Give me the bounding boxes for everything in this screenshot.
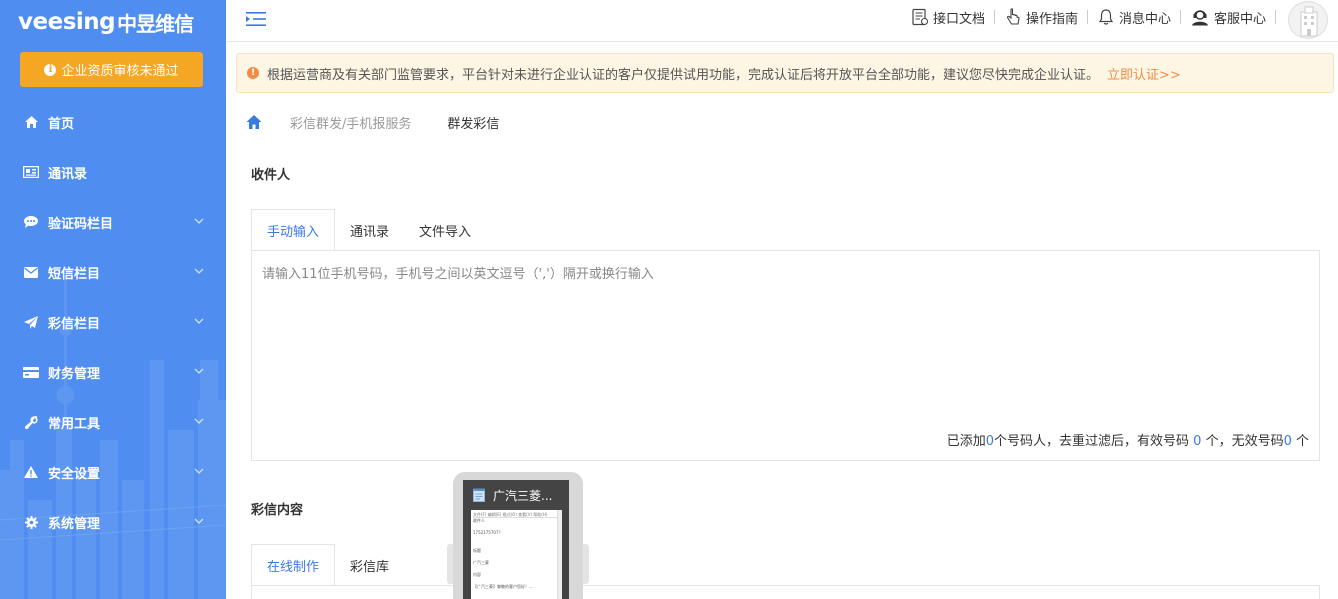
logo-text: veesing <box>18 9 116 35</box>
brand-logo[interactable]: veesing 中昱维信 <box>18 6 194 38</box>
chevron-down-icon <box>194 418 204 424</box>
sidebar-item-system[interactable]: 系统管理 <box>0 497 226 547</box>
preview-line: 【广汽三菱】尊敬的客户您好！... <box>473 584 533 589</box>
bell-icon <box>1098 9 1114 25</box>
menu-toggle-icon[interactable] <box>246 11 266 27</box>
guide-label: 操作指南 <box>1025 11 1078 27</box>
number-stats: 已添加0个号码人，去重过滤后，有效号码 0 个，无效号码0 个 <box>947 430 1309 449</box>
exclamation-icon: ! <box>247 67 259 79</box>
chevron-down-icon <box>194 318 204 324</box>
tab-file-import[interactable]: 文件导入 <box>404 209 486 251</box>
api-doc-link[interactable]: 接口文档 <box>902 8 994 27</box>
envelope-icon <box>22 265 40 279</box>
preview-document: 文件(F) 编辑(E) 格式(O) 查看(V) 帮助(H) 收件人 175217… <box>471 510 562 599</box>
chevron-down-icon <box>194 518 204 524</box>
sidebar-item-label: 彩信栏目 <box>48 316 101 332</box>
sidebar-item-tools[interactable]: 常用工具 <box>0 397 226 447</box>
breadcrumb-parent[interactable]: 彩信群发/手机报服务 <box>290 113 411 132</box>
info-icon: i <box>44 63 57 76</box>
guide-link[interactable]: 操作指南 <box>995 8 1087 27</box>
recipients-title: 收件人 <box>251 168 291 183</box>
sidebar-item-contacts[interactable]: 通讯录 <box>0 147 226 197</box>
message-center-label: 消息中心 <box>1118 11 1171 27</box>
user-avatar[interactable] <box>1288 1 1328 39</box>
phone-number-input[interactable] <box>252 251 1319 421</box>
sidebar-item-label: 验证码栏目 <box>48 216 114 232</box>
logo-text-cn: 中昱维信 <box>117 11 194 36</box>
stats-prefix: 已添加 <box>946 434 986 449</box>
chat-bubble-icon <box>22 215 40 229</box>
stats-suffix: 个 <box>1291 434 1309 449</box>
sidebar-item-security[interactable]: 安全设置 <box>0 447 226 497</box>
wrench-icon <box>22 415 40 429</box>
header-divider <box>1275 10 1276 24</box>
sidebar-item-home[interactable]: 首页 <box>0 97 226 147</box>
api-doc-label: 接口文档 <box>932 11 985 27</box>
sidebar-item-label: 短信栏目 <box>48 266 101 282</box>
chevron-down-icon <box>194 218 204 224</box>
stats-mid2: 个，无效号码 <box>1205 434 1284 449</box>
header-links: 接口文档 操作指南 消息中心 客服中心 <box>902 0 1276 34</box>
message-center-link[interactable]: 消息中心 <box>1088 8 1180 27</box>
breadcrumb: 彩信群发/手机报服务 群发彩信 <box>246 112 499 132</box>
sidebar-menu: 首页 通讯录 验证码栏目 短信栏目 彩信栏目 财务管理 常用工具 安全设置 系统… <box>0 97 226 547</box>
top-header: 接口文档 操作指南 消息中心 客服中心 <box>226 0 1338 42</box>
notepad-icon <box>473 488 485 502</box>
sidebar-item-sms[interactable]: 短信栏目 <box>0 247 226 297</box>
sidebar-item-label: 首页 <box>48 116 75 132</box>
chevron-down-icon <box>194 268 204 274</box>
valid-count: 0 <box>1189 434 1206 449</box>
preview-titlebar: 广汽三菱... <box>463 480 569 510</box>
added-count: 0 <box>985 434 994 449</box>
sidebar-item-finance[interactable]: 财务管理 <box>0 347 226 397</box>
sidebar-item-label: 常用工具 <box>48 416 101 432</box>
customer-service-label: 客服中心 <box>1213 11 1266 27</box>
api-doc-icon <box>912 8 928 26</box>
preview-scrollbar[interactable] <box>557 510 562 599</box>
building-avatar-icon <box>1300 6 1318 37</box>
customer-service-icon <box>1191 10 1208 26</box>
home-icon[interactable] <box>246 114 262 130</box>
mms-phone-preview[interactable]: 广汽三菱... 文件(F) 编辑(E) 格式(O) 查看(V) 帮助(H) 收件… <box>447 472 589 599</box>
breadcrumb-current: 群发彩信 <box>447 116 500 132</box>
credit-card-icon <box>22 365 40 379</box>
warning-icon <box>22 465 40 479</box>
tab-online-create[interactable]: 在线制作 <box>251 544 336 586</box>
chevron-down-icon <box>194 468 204 474</box>
sidebar-item-label: 通讯录 <box>48 166 88 182</box>
verify-now-link[interactable]: 立即认证>> <box>1107 64 1181 83</box>
sidebar-item-mms[interactable]: 彩信栏目 <box>0 297 226 347</box>
verification-notice: ! 根据运营商及有关部门监管要求，平台针对未进行企业认证的客户仅提供试用功能，完… <box>236 53 1334 93</box>
invalid-count: 0 <box>1283 434 1292 449</box>
sidebar-item-label: 安全设置 <box>48 466 101 482</box>
phone-number-panel: 已添加0个号码人，去重过滤后，有效号码 0 个，无效号码0 个 <box>251 250 1320 461</box>
tab-contacts[interactable]: 通讯录 <box>335 209 404 251</box>
recipient-tabs: 手动输入 通讯录 文件导入 <box>251 209 486 251</box>
tab-mms-library[interactable]: 彩信库 <box>335 544 404 586</box>
sidebar-item-label: 财务管理 <box>48 366 101 382</box>
audit-status-button[interactable]: i 企业资质审核未通过 <box>20 52 203 87</box>
sidebar: veesing 中昱维信 i 企业资质审核未通过 首页 通讯录 验证码栏目 短信… <box>0 0 226 599</box>
preview-title: 广汽三菱... <box>493 488 553 503</box>
notice-text: 根据运营商及有关部门监管要求，平台针对未进行企业认证的客户仅提供试用功能，完成认… <box>267 67 1100 83</box>
paper-plane-icon <box>22 315 40 329</box>
tab-manual-input[interactable]: 手动输入 <box>251 209 336 251</box>
audit-status-label: 企业资质审核未通过 <box>61 64 179 79</box>
customer-service-link[interactable]: 客服中心 <box>1181 8 1275 27</box>
home-icon <box>22 115 40 129</box>
gear-icon <box>22 515 40 529</box>
hand-pointer-icon <box>1006 8 1020 25</box>
sidebar-item-label: 系统管理 <box>48 516 101 532</box>
mms-editor-panel <box>251 585 1320 599</box>
sidebar-item-verification-code[interactable]: 验证码栏目 <box>0 197 226 247</box>
mms-content-tabs: 在线制作 彩信库 <box>251 544 404 586</box>
contacts-icon <box>22 165 40 179</box>
mms-content-title: 彩信内容 <box>251 503 304 518</box>
stats-mid1: 个号码人，去重过滤后，有效号码 <box>994 434 1190 449</box>
chevron-down-icon <box>194 368 204 374</box>
